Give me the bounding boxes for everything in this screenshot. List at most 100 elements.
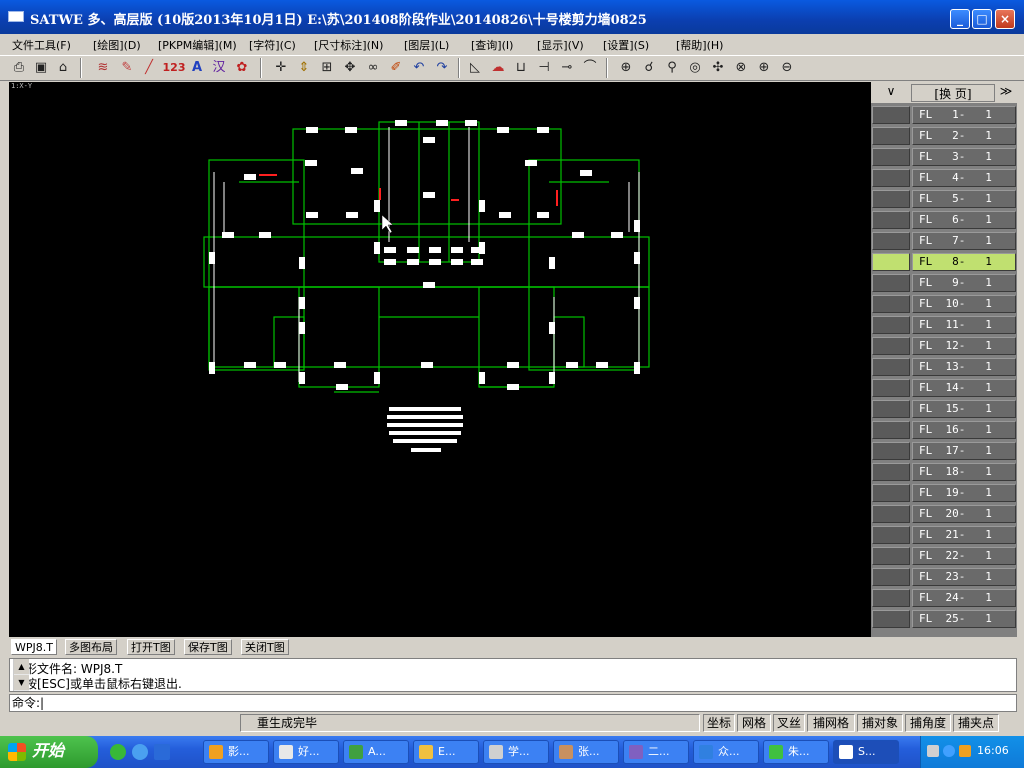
network-icon[interactable] — [943, 745, 955, 757]
quicklaunch-media-icon[interactable] — [132, 744, 148, 760]
floor-item-marker[interactable] — [872, 463, 910, 481]
floor-item-marker[interactable] — [872, 148, 910, 166]
floor-item[interactable]: FL 6- 1 — [871, 210, 1017, 230]
undo-icon[interactable]: ↶ — [410, 59, 428, 77]
floor-item-marker[interactable] — [872, 421, 910, 439]
layer-icon[interactable]: ≋ — [94, 59, 112, 77]
floor-item-label[interactable]: FL 14- 1 — [912, 379, 1016, 397]
floor-item-marker[interactable] — [872, 526, 910, 544]
paint-icon[interactable]: ✎ — [118, 59, 136, 77]
tab-wpj8[interactable]: WPJ8.T — [11, 639, 57, 655]
zoom-window-icon[interactable]: ⊕ — [617, 59, 635, 77]
floor-item-marker[interactable] — [872, 253, 910, 271]
floor-item-label[interactable]: FL 15- 1 — [912, 400, 1016, 418]
floor-item-label[interactable]: FL 24- 1 — [912, 589, 1016, 607]
menu-draw[interactable]: [绘图](D) — [93, 37, 141, 53]
task-item-9[interactable]: 朱... — [763, 740, 829, 764]
drawing-canvas[interactable]: 1:X-Y — [9, 82, 871, 637]
scroll-down-icon[interactable]: ▼ — [14, 675, 29, 690]
zoom-prev-icon[interactable]: ⊗ — [732, 59, 750, 77]
menu-settings[interactable]: [设置](S) — [603, 37, 649, 53]
floor-item[interactable]: FL 11- 1 — [871, 315, 1017, 335]
floor-item[interactable]: FL 18- 1 — [871, 462, 1017, 482]
floor-item[interactable]: FL 13- 1 — [871, 357, 1017, 377]
chinese-icon[interactable]: 汉 — [210, 59, 228, 77]
floor-item-marker[interactable] — [872, 232, 910, 250]
floor-item[interactable]: FL 3- 1 — [871, 147, 1017, 167]
scroll-up-icon[interactable]: ▲ — [14, 659, 29, 674]
extend-icon[interactable]: ⊸ — [558, 59, 576, 77]
save-icon[interactable]: ▣ — [32, 59, 50, 77]
status-snap-object-button[interactable]: 捕对象 — [857, 714, 903, 732]
floor-item-marker[interactable] — [872, 400, 910, 418]
output-scrollbar[interactable]: ▲ ▼ — [13, 659, 29, 691]
redo-icon[interactable]: ↷ — [433, 59, 451, 77]
font-icon[interactable]: A — [188, 59, 206, 77]
status-grid-button[interactable]: 网格 — [737, 714, 771, 732]
floor-item[interactable]: FL 24- 1 — [871, 588, 1017, 608]
floor-item-marker[interactable] — [872, 274, 910, 292]
floor-item-marker[interactable] — [872, 610, 910, 628]
chevron-down-icon[interactable]: ∨ — [877, 84, 905, 102]
floor-item[interactable]: FL 21- 1 — [871, 525, 1017, 545]
floor-item[interactable]: FL 5- 1 — [871, 189, 1017, 209]
floor-item[interactable]: FL 20- 1 — [871, 504, 1017, 524]
floor-item-label[interactable]: FL 20- 1 — [912, 505, 1016, 523]
floor-item-marker[interactable] — [872, 484, 910, 502]
quicklaunch-browser-icon[interactable] — [110, 744, 126, 760]
floor-item[interactable]: FL 15- 1 — [871, 399, 1017, 419]
floor-item-marker[interactable] — [872, 295, 910, 313]
pen-icon[interactable]: ✐ — [387, 59, 405, 77]
menu-dimension[interactable]: [尺寸标注](N) — [314, 37, 383, 53]
floor-item[interactable]: FL 4- 1 — [871, 168, 1017, 188]
menu-text[interactable]: [字符](C) — [249, 37, 296, 53]
floor-item-label[interactable]: FL 7- 1 — [912, 232, 1016, 250]
close-button[interactable]: × — [995, 9, 1015, 29]
minimize-button[interactable]: _ — [950, 9, 970, 29]
cloud-icon[interactable]: ☁ — [489, 59, 507, 77]
floor-item[interactable]: FL 17- 1 — [871, 441, 1017, 461]
floor-item-marker[interactable] — [872, 568, 910, 586]
floor-item-marker[interactable] — [872, 547, 910, 565]
floor-item-marker[interactable] — [872, 169, 910, 187]
zoom-out-icon[interactable]: ⊖ — [778, 59, 796, 77]
task-item-10[interactable]: S... — [833, 740, 899, 764]
floor-item-label[interactable]: FL 12- 1 — [912, 337, 1016, 355]
tab-open-t[interactable]: 打开T图 — [127, 639, 175, 655]
floor-item-marker[interactable] — [872, 106, 910, 124]
floor-item-marker[interactable] — [872, 379, 910, 397]
floor-item-marker[interactable] — [872, 211, 910, 229]
task-item-2[interactable]: 好... — [273, 740, 339, 764]
menu-file[interactable]: 文件工具(F) — [12, 37, 71, 53]
floor-item-label[interactable]: FL 3- 1 — [912, 148, 1016, 166]
number-icon[interactable]: 123 — [162, 59, 186, 77]
task-item-7[interactable]: 二... — [623, 740, 689, 764]
floor-item[interactable]: FL 23- 1 — [871, 567, 1017, 587]
floor-item-marker[interactable] — [872, 505, 910, 523]
status-snap-grid-button[interactable]: 捕网格 — [807, 714, 855, 732]
app-icon[interactable] — [8, 11, 24, 22]
task-item-1[interactable]: 影... — [203, 740, 269, 764]
messenger-icon[interactable] — [959, 745, 971, 757]
floor-item-label[interactable]: FL 22- 1 — [912, 547, 1016, 565]
task-item-6[interactable]: 张... — [553, 740, 619, 764]
status-snap-angle-button[interactable]: 捕角度 — [905, 714, 951, 732]
floor-item-marker[interactable] — [872, 442, 910, 460]
floor-item-marker[interactable] — [872, 337, 910, 355]
menu-help[interactable]: [帮助](H) — [676, 37, 723, 53]
zoom-all-icon[interactable]: ◎ — [686, 59, 704, 77]
floor-item-label[interactable]: FL 19- 1 — [912, 484, 1016, 502]
zoom-real-icon[interactable]: ⚲ — [663, 59, 681, 77]
floor-item[interactable]: FL 25- 1 — [871, 609, 1017, 629]
trim-icon[interactable]: ⊣ — [535, 59, 553, 77]
task-item-5[interactable]: 学... — [483, 740, 549, 764]
floor-item[interactable]: FL 12- 1 — [871, 336, 1017, 356]
floor-item-label[interactable]: FL 5- 1 — [912, 190, 1016, 208]
floor-item-label[interactable]: FL 18- 1 — [912, 463, 1016, 481]
floor-item-label[interactable]: FL 13- 1 — [912, 358, 1016, 376]
floor-item-label[interactable]: FL 21- 1 — [912, 526, 1016, 544]
menu-query[interactable]: [查询](I) — [471, 37, 513, 53]
floor-item[interactable]: FL 2- 1 — [871, 126, 1017, 146]
zoom-in-icon[interactable]: ⊕ — [755, 59, 773, 77]
floor-item-label[interactable]: FL 9- 1 — [912, 274, 1016, 292]
